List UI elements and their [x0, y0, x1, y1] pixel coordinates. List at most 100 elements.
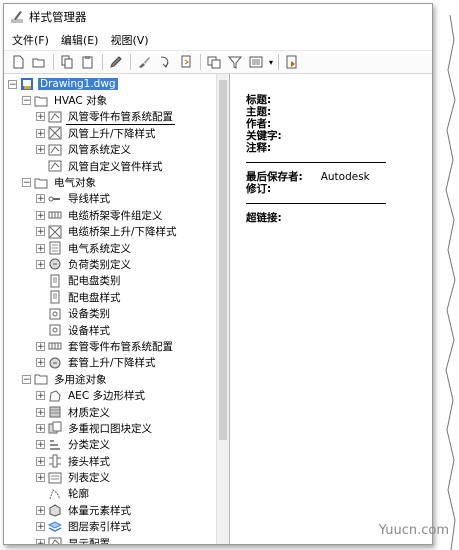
tree-item[interactable]: + 风管零件布管系统配置: [4, 109, 216, 125]
tree-item-label[interactable]: Drawing1.dwg: [38, 78, 118, 91]
edit-icon[interactable]: [108, 54, 124, 70]
expand-icon[interactable]: +: [36, 522, 45, 532]
export-icon[interactable]: [178, 54, 194, 70]
tree-scroll-thumb[interactable]: [219, 80, 227, 440]
expand-icon[interactable]: +: [36, 194, 45, 204]
tree-item-label[interactable]: 体量元素样式: [66, 503, 133, 518]
tree-item-label[interactable]: 风管系统定义: [66, 142, 133, 157]
tree-item-label[interactable]: 设备类别: [66, 306, 112, 321]
tree-item-label[interactable]: 分类定义: [66, 437, 112, 452]
tree-item[interactable]: − 电气对象: [4, 174, 216, 190]
folder-icon: [34, 94, 48, 108]
tree-item[interactable]: + 风管上升/下降样式: [4, 125, 216, 141]
tree-item[interactable]: − HVAC 对象: [4, 92, 216, 108]
tree-item[interactable]: + 显示配置: [4, 535, 216, 544]
tree-item[interactable]: + 图层索引样式: [4, 519, 216, 535]
open-icon[interactable]: [31, 54, 47, 70]
paste-icon[interactable]: [80, 54, 96, 70]
tree-item-label[interactable]: 电缆桥架上升/下降样式: [66, 224, 179, 239]
tree-scrollbar[interactable]: [216, 74, 229, 544]
views-icon[interactable]: [206, 54, 222, 70]
collapse-icon[interactable]: −: [22, 96, 31, 106]
tree-item-label[interactable]: HVAC 对象: [52, 93, 109, 108]
expand-icon[interactable]: +: [36, 358, 45, 368]
expand-icon[interactable]: +: [36, 505, 45, 515]
brush-icon[interactable]: [136, 54, 152, 70]
tree-item-label[interactable]: 多用途对象: [52, 372, 109, 387]
help-icon[interactable]: [284, 54, 300, 70]
filter-icon[interactable]: [227, 54, 243, 70]
expand-icon[interactable]: +: [36, 391, 45, 401]
expand-icon[interactable]: +: [36, 423, 45, 433]
tree-item-label[interactable]: AEC 多边形样式: [66, 388, 147, 403]
copy-icon[interactable]: [59, 54, 75, 70]
tree-item[interactable]: 配电盘样式: [4, 289, 216, 305]
expand-icon[interactable]: +: [36, 227, 45, 237]
tree-item-label[interactable]: 多重视口图块定义: [66, 421, 154, 436]
menu-edit[interactable]: 编辑(E): [57, 32, 107, 48]
tree-item[interactable]: 风管自定义管件样式: [4, 158, 216, 174]
expand-icon[interactable]: +: [36, 210, 45, 220]
tree-item-label[interactable]: 负荷类别定义: [66, 257, 133, 272]
tree-item-label[interactable]: 显示配置: [66, 536, 112, 544]
tree-item-label[interactable]: 材质定义: [66, 405, 112, 420]
expand-icon[interactable]: +: [36, 341, 45, 351]
tree-item-label[interactable]: 风管上升/下降样式: [66, 126, 158, 141]
expand-icon[interactable]: +: [36, 538, 45, 544]
tree-item-label[interactable]: 风管零件布管系统配置: [66, 109, 175, 125]
tree-item[interactable]: + 负荷类别定义: [4, 256, 216, 272]
tree-item[interactable]: + 体量元素样式: [4, 502, 216, 518]
chevron-down-icon[interactable]: ▾: [269, 58, 273, 67]
tree-item[interactable]: − 多用途对象: [4, 371, 216, 387]
tree-item-label[interactable]: 配电盘类别: [66, 273, 123, 288]
expand-icon[interactable]: +: [36, 473, 45, 483]
tree-item[interactable]: + 多重视口图块定义: [4, 420, 216, 436]
expand-icon[interactable]: +: [36, 128, 45, 138]
tree-item[interactable]: + 接头样式: [4, 453, 216, 469]
tree-item[interactable]: 轮廓: [4, 486, 216, 502]
tree-item-label[interactable]: 套管零件布管系统配置: [66, 339, 175, 354]
tree-item[interactable]: 设备样式: [4, 322, 216, 338]
tree-item[interactable]: 配电盘类别: [4, 273, 216, 289]
collapse-icon[interactable]: −: [22, 374, 31, 384]
expand-icon[interactable]: +: [36, 145, 45, 155]
tree-item-label[interactable]: 设备样式: [66, 323, 112, 338]
expand-icon[interactable]: +: [36, 440, 45, 450]
tree-item[interactable]: + 套管零件布管系统配置: [4, 338, 216, 354]
tree-item[interactable]: + 电缆桥架零件组定义: [4, 207, 216, 223]
tree-item[interactable]: − Drawing1.dwg: [4, 76, 216, 92]
tree-item[interactable]: + 分类定义: [4, 437, 216, 453]
expand-icon[interactable]: +: [36, 407, 45, 417]
tree-item[interactable]: + 风管系统定义: [4, 142, 216, 158]
expand-icon[interactable]: +: [36, 456, 45, 466]
tree-item[interactable]: + 材质定义: [4, 404, 216, 420]
tree-item-label[interactable]: 图层索引样式: [66, 519, 133, 534]
tree-item-label[interactable]: 电气系统定义: [66, 241, 133, 256]
expand-icon[interactable]: +: [36, 259, 45, 269]
tree-item[interactable]: + 电气系统定义: [4, 240, 216, 256]
tree-item-label[interactable]: 套管上升/下降样式: [66, 355, 158, 370]
tree-item-label[interactable]: 接头样式: [66, 454, 112, 469]
tree-item-label[interactable]: 电气对象: [52, 175, 98, 190]
tree-item[interactable]: + 电缆桥架上升/下降样式: [4, 224, 216, 240]
collapse-icon[interactable]: −: [8, 79, 17, 89]
menu-file[interactable]: 文件(F): [8, 32, 57, 48]
tree-item[interactable]: + 套管上升/下降样式: [4, 355, 216, 371]
tree-item[interactable]: + AEC 多边形样式: [4, 387, 216, 403]
tree-item-label[interactable]: 导线样式: [66, 191, 112, 206]
tree-item[interactable]: + 导线样式: [4, 191, 216, 207]
tree-item[interactable]: + 列表定义: [4, 469, 216, 485]
list-view-icon[interactable]: [248, 54, 264, 70]
purge-icon[interactable]: [157, 54, 173, 70]
tree-item-label[interactable]: 电缆桥架零件组定义: [66, 208, 165, 223]
tree-item-label[interactable]: 风管自定义管件样式: [66, 159, 165, 174]
expand-icon[interactable]: +: [36, 112, 45, 122]
tree-item-label[interactable]: 列表定义: [66, 470, 112, 485]
new-icon[interactable]: [10, 54, 26, 70]
collapse-icon[interactable]: −: [22, 178, 31, 188]
tree-item-label[interactable]: 配电盘样式: [66, 290, 123, 305]
tree-item[interactable]: 设备类别: [4, 305, 216, 321]
expand-icon[interactable]: +: [36, 243, 45, 253]
tree-item-label[interactable]: 轮廓: [66, 486, 91, 501]
menu-view[interactable]: 视图(V): [106, 32, 156, 48]
